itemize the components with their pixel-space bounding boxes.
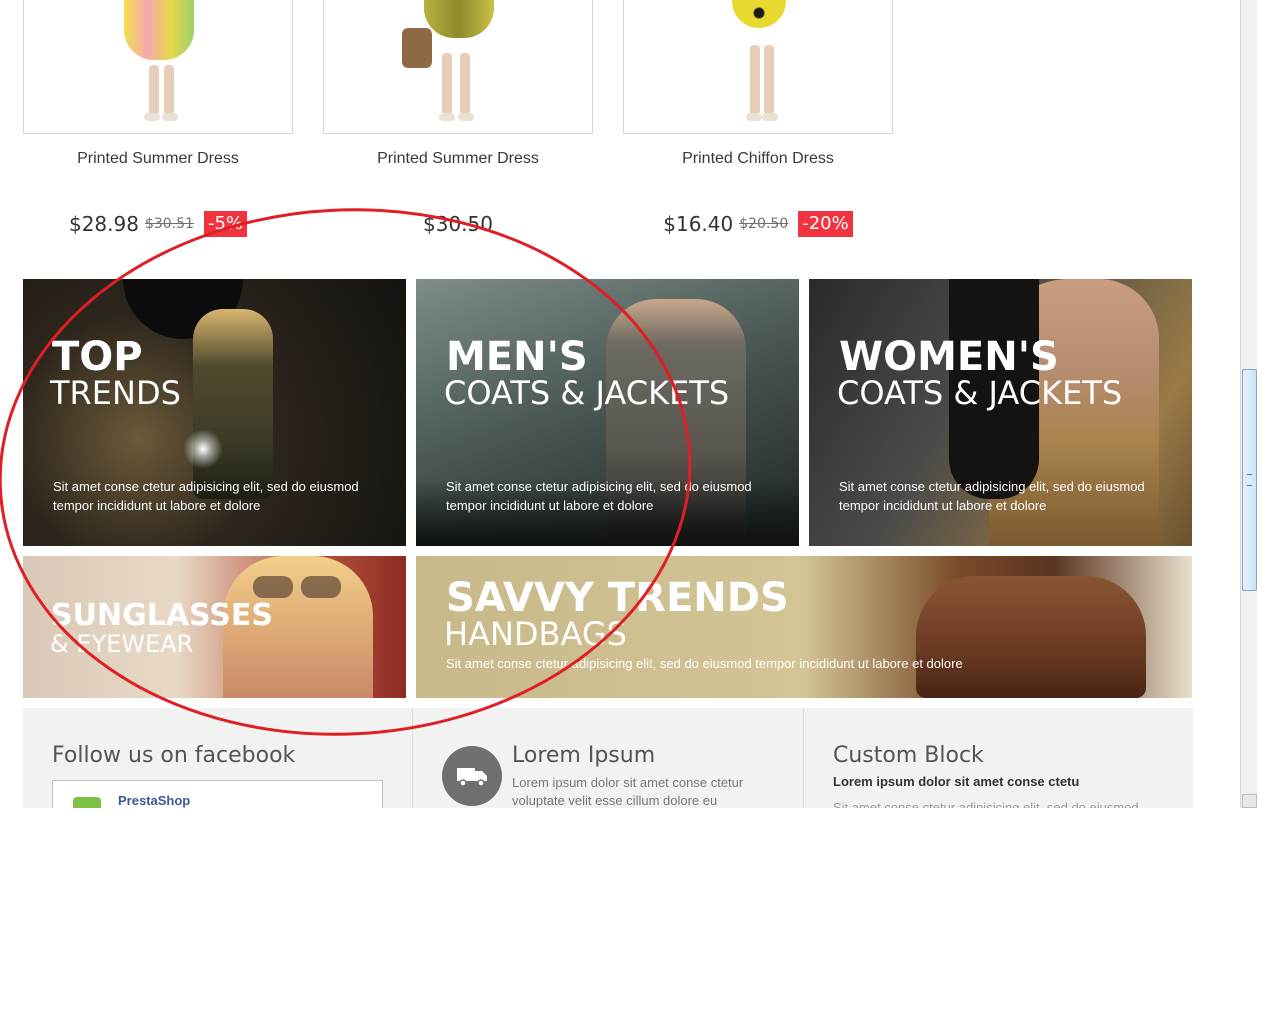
banner-description: Sit amet conse ctetur adipisicing elit, … — [839, 477, 1159, 515]
banner-description-line: Sit amet conse ctetur adipisicing elit, … — [446, 479, 752, 494]
product-image[interactable] — [323, 0, 593, 134]
shoe-shape — [458, 113, 474, 121]
woman-figure — [193, 309, 273, 499]
truck-icon-circle — [442, 746, 502, 806]
banner-title: SAVVY TRENDS — [446, 575, 789, 621]
lorem-block-text: Lorem ipsum dolor sit amet conse ctetur … — [512, 775, 744, 808]
handbag-shape — [402, 28, 432, 68]
footer-blocks: Follow us on facebook PrestaShop Lorem I… — [23, 708, 1193, 808]
banner-mens-coats[interactable]: MEN'S COATS & JACKETS Sit amet conse cte… — [416, 279, 799, 546]
page-viewport: Printed Summer Dress $28.98 $30.51 -5% P… — [0, 0, 1240, 808]
scroll-grip-icon — [1247, 474, 1252, 486]
banner-subtitle: COATS & JACKETS — [444, 374, 730, 412]
product-name[interactable]: Printed Summer Dress — [23, 150, 293, 168]
legs-shape — [750, 45, 760, 115]
product-name[interactable]: Printed Summer Dress — [323, 150, 593, 168]
product-image[interactable] — [23, 0, 293, 134]
banner-sunglasses[interactable]: SUNGLASSES & EYEWEAR — [23, 556, 406, 698]
price-row: $16.40 $20.50 -20% — [623, 210, 893, 238]
product-price: $30.50 — [423, 212, 493, 236]
banner-description-line: Sit amet conse ctetur adipisicing elit, … — [839, 479, 1145, 494]
banner-title: MEN'S — [446, 334, 588, 380]
banner-description: Sit amet conse ctetur adipisicing elit, … — [53, 477, 373, 515]
banner-description-line: tempor incididunt ut labore et dolore — [839, 498, 1047, 513]
lorem-block-title: Lorem Ipsum — [512, 743, 656, 768]
custom-block-bold-text: Lorem ipsum dolor sit amet conse ctetu — [833, 774, 1080, 789]
column-divider — [412, 708, 413, 808]
shoe-shape — [746, 113, 762, 121]
banner-description: Sit amet conse ctetur adipisicing elit, … — [446, 656, 963, 671]
banner-description-line: Sit amet conse ctetur adipisicing elit, … — [53, 479, 359, 494]
old-price: $30.51 — [144, 216, 194, 232]
custom-block-title: Custom Block — [833, 743, 984, 768]
banner-description-line: tempor incididunt ut labore et dolore — [53, 498, 261, 513]
legs-shape — [149, 65, 159, 115]
column-divider — [803, 708, 804, 808]
banner-title: TOP — [52, 334, 143, 380]
price-row: $30.50 — [323, 210, 593, 238]
vertical-scrollbar[interactable] — [1240, 0, 1257, 808]
banner-subtitle: TRENDS — [50, 374, 181, 412]
scrollbar-thumb[interactable] — [1242, 369, 1257, 591]
product-image[interactable] — [623, 0, 893, 134]
banner-description-line: tempor incididunt ut labore et dolore — [446, 498, 654, 513]
scroll-down-arrow[interactable] — [1242, 794, 1257, 808]
banner-title: WOMEN'S — [839, 334, 1059, 380]
product-price: $16.40 — [663, 212, 734, 236]
handbag-shape — [916, 576, 1146, 698]
shoe-shape — [162, 113, 178, 121]
shopping-bag-logo-icon — [73, 797, 101, 808]
shoe-shape — [439, 113, 455, 121]
dress-figure-icon — [124, 0, 194, 60]
facebook-like-box[interactable]: PrestaShop — [52, 780, 383, 808]
legs-shape — [460, 53, 470, 115]
banner-description: Sit amet conse ctetur adipisicing elit, … — [446, 477, 766, 515]
discount-badge: -5% — [203, 211, 248, 237]
legs-shape — [764, 45, 774, 115]
legs-shape — [442, 53, 452, 115]
sunglasses-icon — [253, 576, 293, 598]
sunglasses-icon — [301, 576, 341, 598]
price-row: $28.98 $30.51 -5% — [23, 210, 293, 238]
shoe-shape — [762, 113, 778, 121]
banner-womens-coats[interactable]: WOMEN'S COATS & JACKETS Sit amet conse c… — [809, 279, 1192, 546]
custom-block-text: Sit amet conse ctetur adipisicing elit, … — [833, 800, 1139, 808]
banner-top-trends[interactable]: TOP TRENDS Sit amet conse ctetur adipisi… — [23, 279, 406, 546]
product-price: $28.98 — [68, 212, 139, 236]
old-price: $20.50 — [739, 216, 789, 232]
dress-figure-icon — [424, 0, 494, 38]
light-flare — [183, 429, 223, 469]
banner-subtitle: & EYEWEAR — [50, 630, 194, 658]
legs-shape — [164, 65, 174, 115]
banner-subtitle: COATS & JACKETS — [837, 374, 1123, 412]
discount-badge: -20% — [798, 211, 853, 237]
facebook-block-title: Follow us on facebook — [52, 743, 296, 768]
dress-figure-icon — [732, 0, 786, 28]
truck-icon — [457, 768, 487, 787]
product-name[interactable]: Printed Chiffon Dress — [623, 150, 893, 168]
facebook-page-link[interactable]: PrestaShop — [118, 793, 190, 808]
banner-handbags[interactable]: SAVVY TRENDS HANDBAGS Sit amet conse cte… — [416, 556, 1192, 698]
banner-subtitle: HANDBAGS — [444, 615, 627, 653]
shoe-shape — [144, 113, 160, 121]
